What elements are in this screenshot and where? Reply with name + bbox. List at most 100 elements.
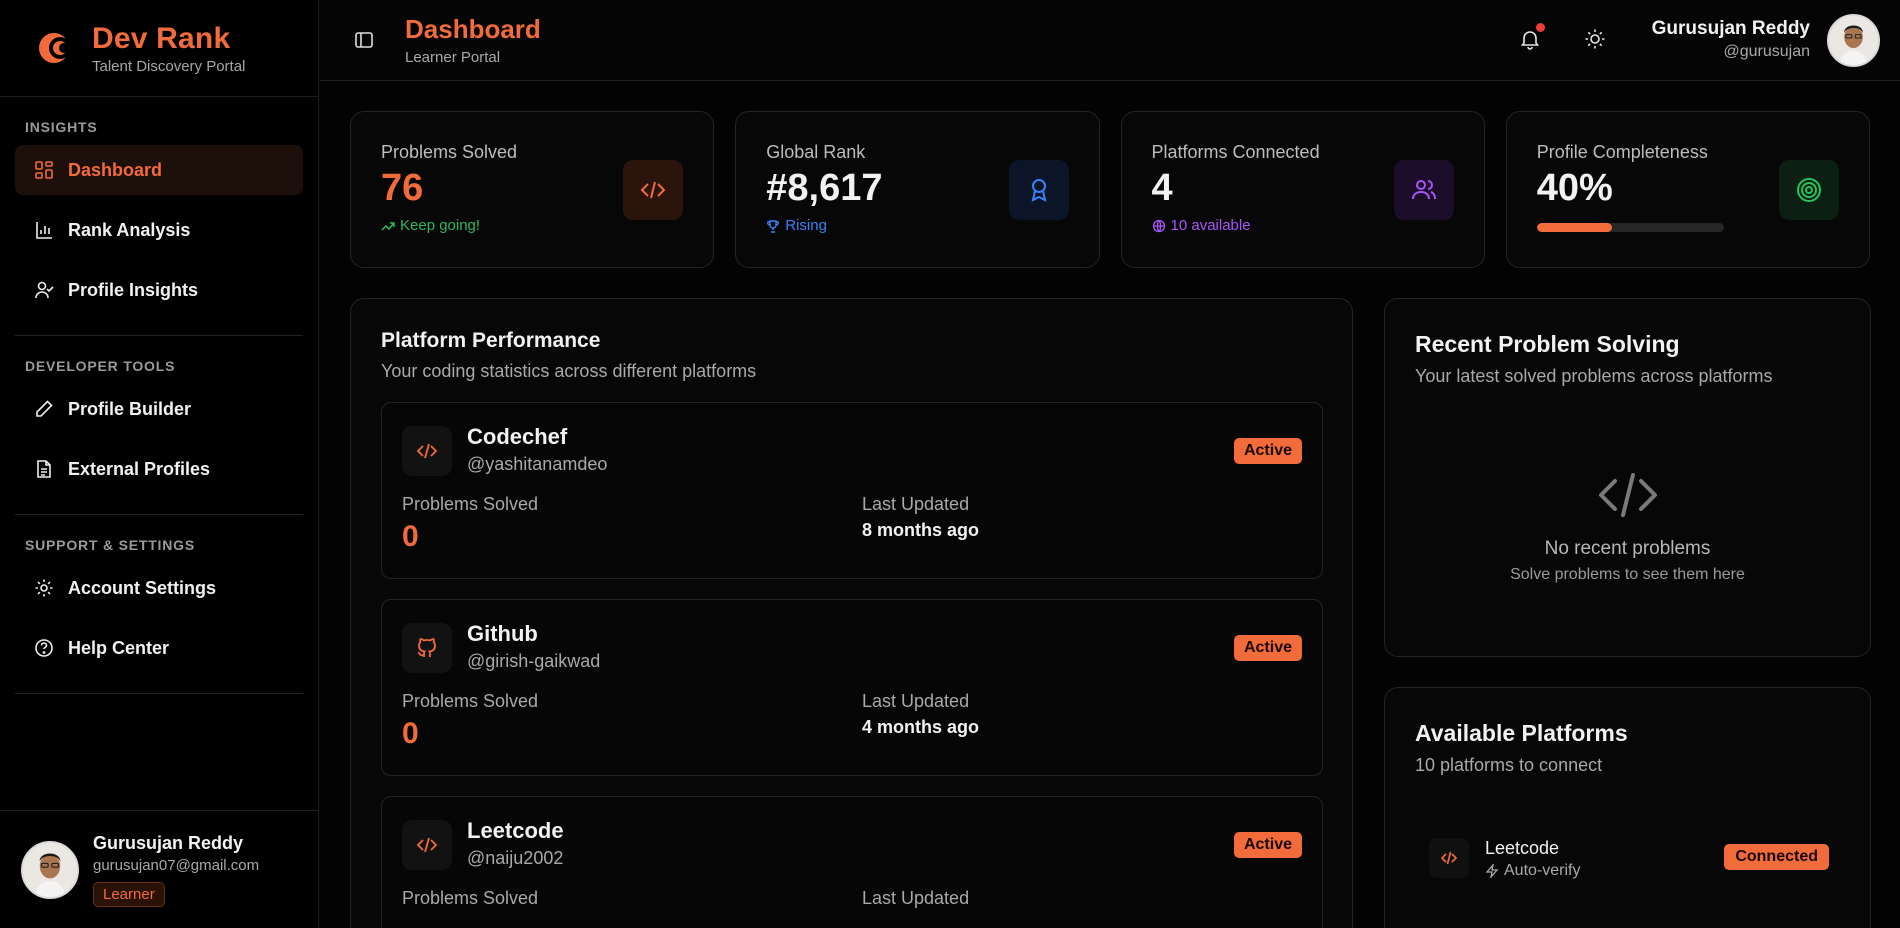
sidebar-item-label: Dashboard (68, 159, 163, 180)
top-header: Dashboard Learner Portal Gurusujan Reddy… (320, 0, 1900, 81)
connected-badge[interactable]: Connected (1724, 844, 1829, 870)
platform-name: Codechef (467, 424, 568, 449)
user-avatar-icon (1829, 16, 1878, 65)
globe-icon (1152, 219, 1165, 232)
solved-value: 0 (402, 717, 419, 750)
user-check-icon (35, 281, 54, 299)
platform-card-codechef[interactable]: Codechef @yashitanamdeo Active Problems … (381, 402, 1323, 579)
users-icon (1411, 180, 1436, 200)
grid-icon (35, 161, 53, 179)
sidebar-user-card[interactable]: Gurusujan Reddy gurusujan07@gmail.com Le… (0, 810, 318, 928)
empty-title: No recent problems (1544, 538, 1711, 559)
header-user-name: Gurusujan Reddy (1651, 18, 1810, 39)
sidebar: Dev Rank Talent Discovery Portal INSIGHT… (0, 0, 319, 928)
sidebar-item-rank-analysis[interactable]: Rank Analysis (15, 205, 303, 255)
code-icon (1440, 851, 1458, 865)
header-user-handle: @gurusujan (1723, 43, 1810, 60)
updated-label: Last Updated (862, 888, 970, 908)
updated-label: Last Updated (862, 691, 970, 711)
nav-section-insights: INSIGHTS Dashboard Rank Analysis Profile… (15, 97, 303, 336)
platform-handle: @girish-gaikwad (467, 651, 601, 671)
code-icon (416, 443, 438, 459)
role-badge: Learner (93, 881, 165, 907)
section-subtitle: Your latest solved problems across platf… (1415, 366, 1773, 386)
sidebar-item-dashboard[interactable]: Dashboard (15, 145, 303, 195)
platform-name: Leetcode (467, 818, 564, 843)
stat-icon-box (1393, 160, 1454, 220)
code-icon (416, 837, 438, 853)
document-icon (37, 460, 51, 478)
stat-note-text: 10 available (1170, 217, 1251, 234)
platform-icon-box (402, 623, 452, 673)
brand-subtitle: Talent Discovery Portal (92, 57, 246, 75)
header-avatar[interactable] (1827, 14, 1880, 67)
section-title: Available Platforms (1415, 720, 1628, 746)
nav-section-support-settings: SUPPORT & SETTINGS Account Settings Help… (15, 515, 303, 694)
nav-heading: INSIGHTS (25, 119, 98, 135)
sidebar-item-account-settings[interactable]: Account Settings (15, 563, 303, 613)
sidebar-item-label: Account Settings (68, 577, 217, 598)
empty-subtitle: Solve problems to see them here (1510, 566, 1745, 583)
help-circle-icon (35, 639, 53, 657)
stats-row: Problems Solved 76 Keep going! Global Ra… (350, 111, 1870, 268)
sidebar-toggle-icon[interactable] (354, 30, 374, 50)
sidebar-item-profile-builder[interactable]: Profile Builder (15, 384, 303, 434)
platform-card-leetcode[interactable]: Leetcode @naiju2002 Active Problems Solv… (381, 796, 1323, 928)
sidebar-item-external-profiles[interactable]: External Profiles (15, 444, 303, 494)
updated-column: Last Updated (862, 888, 969, 909)
pen-icon (36, 400, 53, 417)
solved-label: Problems Solved (402, 691, 539, 711)
platform-icon-box (402, 426, 452, 476)
award-icon (1031, 179, 1046, 202)
stat-note-text: Rising (785, 217, 827, 234)
platform-icon-box (402, 820, 452, 870)
status-badge: Active (1233, 635, 1302, 661)
platform-handle: @naiju2002 (467, 848, 564, 868)
updated-column: Last Updated 4 months ago (862, 691, 979, 738)
status-badge: Active (1233, 832, 1302, 858)
available-platform-name: Leetcode (1485, 838, 1560, 858)
dev-rank-logo-icon (39, 33, 71, 63)
section-title: Platform Performance (381, 329, 601, 352)
updated-label: Last Updated (862, 494, 970, 514)
status-badge: Active (1233, 438, 1302, 464)
nav-heading: DEVELOPER TOOLS (25, 358, 176, 374)
available-platform-meta: Auto-verify (1485, 862, 1580, 880)
trending-up-icon (381, 221, 395, 231)
progress-fill (1536, 223, 1612, 232)
stat-icon-box (1008, 160, 1069, 220)
platform-icon-box (1429, 838, 1469, 878)
brand-title: Dev Rank (92, 21, 231, 55)
section-subtitle: Your coding statistics across different … (381, 361, 757, 381)
available-platform-item[interactable]: Leetcode Auto-verify Connected (1429, 829, 1829, 889)
sun-icon[interactable] (1584, 28, 1606, 50)
zap-icon (1485, 864, 1499, 878)
target-icon (1797, 178, 1821, 202)
empty-state: No recent problems Solve problems to see… (1385, 469, 1870, 584)
solved-column: Problems Solved (402, 888, 538, 909)
gear-icon (35, 579, 53, 597)
brand[interactable]: Dev Rank Talent Discovery Portal (0, 0, 318, 97)
stat-card-problems-solved: Problems Solved 76 Keep going! (350, 111, 715, 268)
sidebar-item-label: External Profiles (68, 458, 211, 479)
solved-column: Problems Solved 0 (402, 691, 538, 751)
sidebar-user-email: gurusujan07@gmail.com (93, 856, 260, 874)
code-icon (1598, 473, 1657, 517)
avatar[interactable] (21, 840, 79, 899)
updated-value: 4 months ago (862, 717, 980, 737)
stat-icon-box (1779, 160, 1839, 220)
page-subtitle: Learner Portal (405, 49, 501, 66)
nav-section-developer-tools: DEVELOPER TOOLS Profile Builder External… (15, 336, 303, 515)
platform-name: Github (467, 621, 538, 646)
stat-card-global-rank: Global Rank #8,617 Rising (735, 111, 1100, 268)
stat-card-profile-completeness: Profile Completeness 40% (1505, 111, 1870, 268)
solved-label: Problems Solved (402, 494, 539, 514)
code-icon (640, 181, 666, 199)
platform-card-github[interactable]: Github @girish-gaikwad Active Problems S… (381, 599, 1323, 776)
sidebar-item-help-center[interactable]: Help Center (15, 623, 303, 673)
sidebar-item-profile-insights[interactable]: Profile Insights (15, 265, 303, 315)
solved-column: Problems Solved 0 (402, 494, 538, 554)
platform-handle: @yashitanamdeo (467, 454, 608, 474)
sidebar-item-label: Profile Builder (68, 398, 192, 419)
platform-performance-panel: Platform Performance Your coding statist… (350, 298, 1353, 928)
